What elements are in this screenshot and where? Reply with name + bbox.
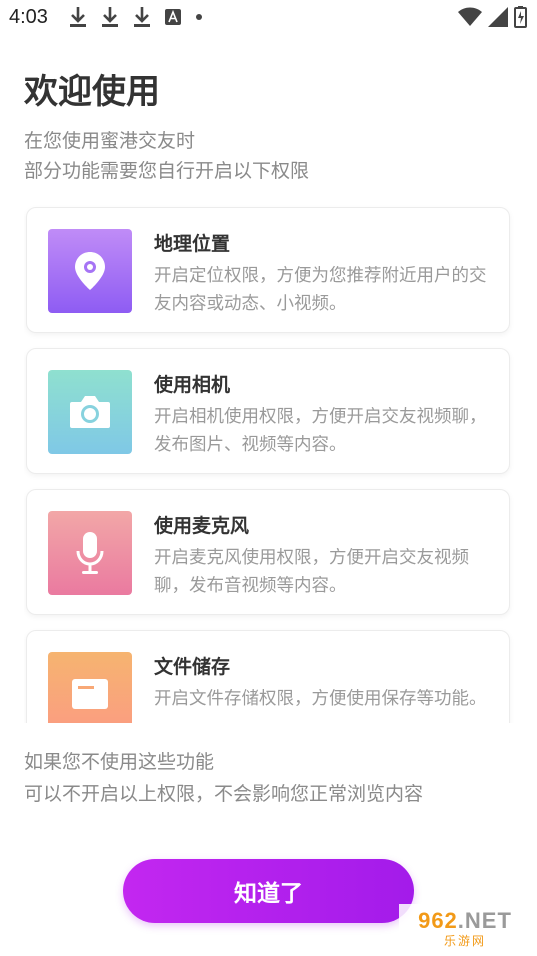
dot-icon <box>196 14 202 20</box>
intro-text: 在您使用蜜港交友时 部分功能需要您自行开启以下权限 <box>24 126 309 186</box>
watermark-suffix: .NET <box>457 907 512 933</box>
permission-desc: 开启相机使用权限，方便开启交友视频聊，发布图片、视频等内容。 <box>154 407 487 455</box>
watermark-logo: 962.NET 乐游网 <box>399 904 531 952</box>
system-icons <box>458 6 527 28</box>
footer-note: 如果您不使用这些功能 可以不开启以上权限，不会影响您正常浏览内容 <box>24 746 423 810</box>
battery-charging-icon <box>514 6 527 28</box>
location-pin-icon <box>48 229 132 313</box>
footer-note-line: 如果您不使用这些功能 <box>24 751 215 773</box>
page-title: 欢迎使用 <box>24 72 160 112</box>
download-icon <box>134 7 150 27</box>
permission-card-location: 地理位置 开启定位权限，方便为您推荐附近用户的交友内容或动态、小视频。 <box>26 207 510 333</box>
font-icon <box>165 9 181 25</box>
watermark-subtitle: 乐游网 <box>443 933 486 948</box>
permission-title: 文件储存 <box>154 656 231 678</box>
download-icon <box>102 7 118 27</box>
intro-line: 部分功能需要您自行开启以下权限 <box>24 160 310 182</box>
permission-card-storage: 文件储存 开启文件存储权限，方便使用保存等功能。 <box>26 630 510 723</box>
wifi-icon <box>458 7 482 26</box>
signal-icon <box>488 7 508 27</box>
notification-icons <box>68 6 204 28</box>
folder-icon <box>48 652 132 723</box>
confirm-button[interactable]: 知道了 <box>123 859 414 923</box>
permission-desc: 开启麦克风使用权限，方便开启交友视频聊，发布音视频等内容。 <box>154 548 469 596</box>
permission-list[interactable]: 地理位置 开启定位权限，方便为您推荐附近用户的交友内容或动态、小视频。 使用相机… <box>24 205 514 723</box>
permission-desc: 开启文件存储权限，方便使用保存等功能。 <box>154 689 487 709</box>
watermark-text: 962.NET <box>418 908 512 934</box>
microphone-icon <box>48 511 132 595</box>
permission-card-camera: 使用相机 开启相机使用权限，方便开启交友视频聊，发布图片、视频等内容。 <box>26 348 510 474</box>
permission-title: 使用相机 <box>154 374 231 396</box>
status-time: 4:03 <box>9 6 48 28</box>
intro-line: 在您使用蜜港交友时 <box>24 130 196 152</box>
permission-title: 使用麦克风 <box>154 515 250 537</box>
download-icon <box>70 7 86 27</box>
camera-icon <box>48 370 132 454</box>
footer-note-line: 可以不开启以上权限，不会影响您正常浏览内容 <box>24 783 424 805</box>
permission-card-microphone: 使用麦克风 开启麦克风使用权限，方便开启交友视频聊，发布音视频等内容。 <box>26 489 510 615</box>
watermark-digits: 962 <box>418 907 458 933</box>
permission-title: 地理位置 <box>154 233 231 255</box>
status-bar: 4:03 <box>0 0 537 36</box>
permission-desc: 开启定位权限，方便为您推荐附近用户的交友内容或动态、小视频。 <box>154 266 487 314</box>
